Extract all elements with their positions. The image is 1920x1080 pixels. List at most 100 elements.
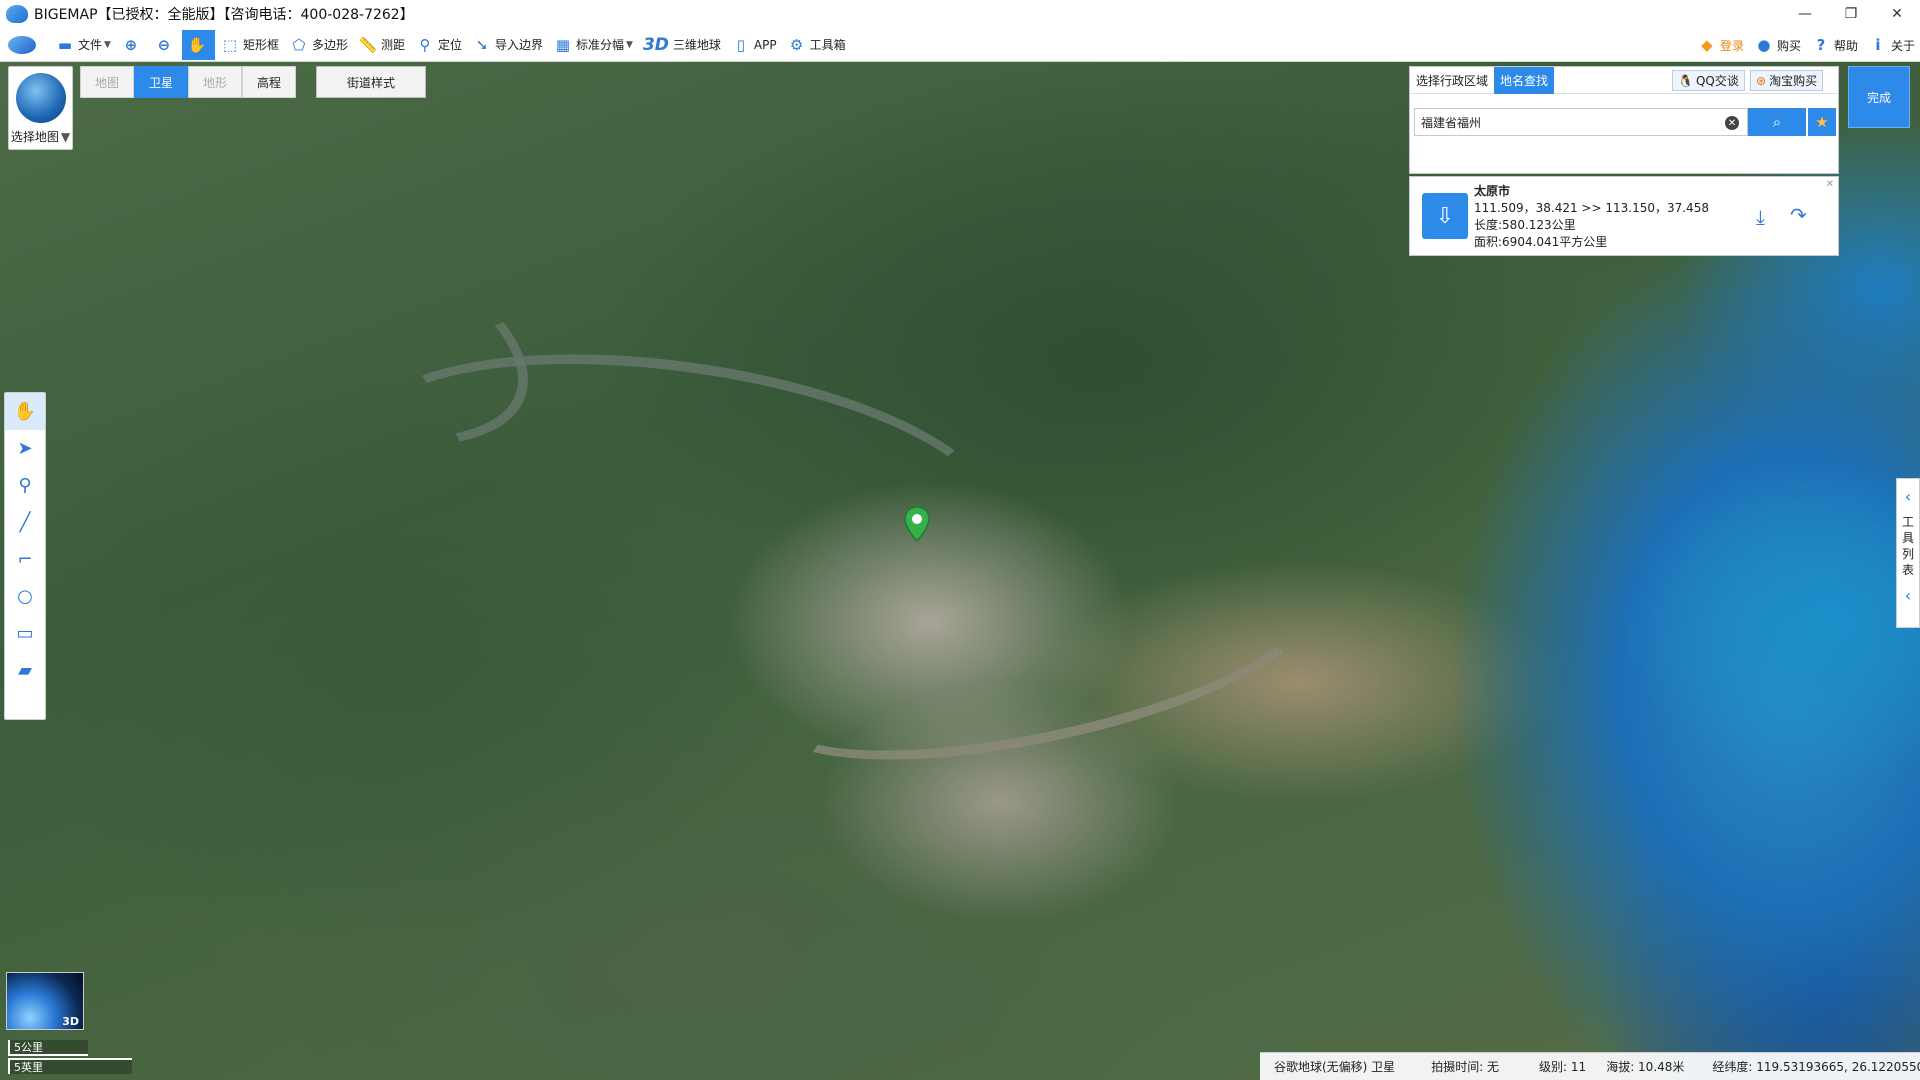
status-map-source: 谷歌地球(无偏移) 卫星 [1274, 1060, 1396, 1074]
title-bar: BIGEMAP【已授权：全能版】【咨询电话：400-028-7262】 — ❐ … [0, 0, 1920, 28]
bigemap-logo-icon [8, 35, 36, 54]
about-button[interactable]: ⅰ 关于 [1863, 30, 1920, 60]
map-chooser[interactable]: 选择地图 ▼ [8, 66, 73, 150]
pan-tool-button[interactable]: ✋ [181, 29, 215, 60]
app-button[interactable]: ▯ APP [726, 30, 782, 60]
zoom-in-button[interactable]: ⊕ [116, 30, 149, 60]
tool-list-label: 工具列表 [1902, 515, 1915, 577]
login-button[interactable]: ◆ 登录 [1692, 30, 1749, 60]
tab-place-search[interactable]: 地名查找 [1494, 66, 1555, 94]
globe-3d-button[interactable]: 3D 三维地球 [638, 30, 726, 60]
result-name: 太原市 [1474, 184, 1511, 198]
tab-select-region[interactable]: 选择行政区域 [1410, 67, 1494, 94]
street-style-button[interactable]: 街道样式 [316, 66, 426, 98]
close-button[interactable]: ✕ [1874, 0, 1920, 28]
zoom-in-icon: ⊕ [124, 35, 138, 54]
taobao-icon: ⊛ [1756, 73, 1767, 88]
result-area: 面积:6904.041平方公里 [1474, 235, 1608, 249]
phone-icon: ▯ [736, 35, 746, 54]
pan-hand-icon[interactable]: ✋ [5, 393, 45, 430]
ruler-tool-icon[interactable]: ▰ [5, 652, 45, 689]
standard-grid-menu[interactable]: ▦ 标准分幅 ▼ [548, 30, 638, 60]
polyline-icon[interactable]: ⌐ [5, 541, 45, 578]
chevron-left-icon: ‹ [1904, 487, 1912, 506]
close-result-icon[interactable]: ✕ [1826, 179, 1834, 190]
chevron-down-icon: ▼ [104, 39, 111, 50]
zoom-out-button[interactable]: ⊖ [149, 30, 182, 60]
buy-button[interactable]: ● 购买 [1749, 30, 1806, 60]
rect-select-label: 矩形框 [242, 38, 279, 52]
qq-chat-button[interactable]: 🐧 QQ交谈 [1672, 70, 1745, 91]
tab-map[interactable]: 地图 [80, 66, 134, 98]
location-pin-icon: ⚲ [419, 35, 431, 54]
file-menu-label: 文件 [78, 38, 103, 52]
polygon-icon: ⬠ [292, 35, 306, 54]
buy-badge-icon: ● [1757, 36, 1771, 54]
share-arrow-icon[interactable]: ↷ [1790, 203, 1807, 227]
rectangle-draw-icon[interactable]: ▭ [5, 615, 45, 652]
search-input-value: 福建省福州 [1421, 115, 1482, 130]
map-type-tabs: 地图 卫星 地形 高程 街道样式 [80, 66, 426, 98]
globe-icon [15, 73, 66, 123]
location-marker-icon[interactable] [904, 506, 930, 542]
tool-list-side-tab[interactable]: ‹ 工具列表 ‹ [1896, 478, 1920, 628]
minimize-button[interactable]: — [1782, 0, 1828, 28]
search-button[interactable]: ⌕ [1748, 108, 1806, 136]
place-search-input[interactable]: 福建省福州 ✕ [1414, 108, 1748, 136]
import-boundary-label: 导入边界 [495, 38, 544, 52]
standard-grid-label: 标准分幅 [576, 38, 625, 52]
chevron-down-icon: ▼ [626, 39, 633, 50]
window-title: BIGEMAP【已授权：全能版】【咨询电话：400-028-7262】 [34, 7, 414, 23]
taobao-buy-button[interactable]: ⊛ 淘宝购买 [1750, 70, 1824, 91]
qq-chat-label: QQ交谈 [1695, 74, 1739, 88]
locate-button[interactable]: ⚲ 定位 [410, 30, 467, 60]
search-result-card[interactable]: ⇩ 太原市 111.509，38.421 >> 113.150，37.458 长… [1409, 176, 1839, 256]
locate-label: 定位 [437, 38, 462, 52]
tab-terrain[interactable]: 地形 [188, 66, 242, 98]
search-icon: ⌕ [1772, 113, 1782, 131]
import-boundary-button[interactable]: ➘ 导入边界 [467, 30, 548, 60]
file-menu[interactable]: ▬ 文件 ▼ [50, 30, 116, 60]
pointer-arrow-icon[interactable]: ➤ [5, 430, 45, 467]
status-capture-time: 拍摄时间: 无 [1431, 1060, 1500, 1074]
measure-button[interactable]: 📏 测距 [353, 30, 410, 60]
status-zoom-level: 级别: 11 [1539, 1060, 1587, 1074]
help-button[interactable]: ? 帮助 [1806, 30, 1863, 60]
login-label: 登录 [1719, 38, 1744, 53]
done-button[interactable]: 完成 [1848, 66, 1910, 128]
favorite-button[interactable]: ★ [1808, 108, 1836, 136]
download-icon[interactable]: ⤓ [1756, 205, 1765, 229]
app-logo-icon [6, 5, 28, 23]
toolbox-button[interactable]: ⚙ 工具箱 [782, 30, 851, 60]
result-length: 长度:580.123公里 [1474, 218, 1576, 232]
folder-icon: ▬ [57, 35, 73, 54]
tab-satellite[interactable]: 卫星 [134, 66, 188, 98]
place-search-panel: 选择行政区域 地名查找 🐧 QQ交谈 ⊛ 淘宝购买 福建省福州 ✕ ⌕ ★ [1409, 66, 1839, 174]
question-icon: ? [1816, 36, 1826, 54]
about-label: 关于 [1890, 38, 1915, 53]
line-draw-icon[interactable]: ╱ [5, 504, 45, 541]
menu-logo-button[interactable] [4, 30, 40, 60]
help-label: 帮助 [1833, 38, 1858, 53]
hand-icon: ✋ [187, 35, 207, 54]
circle-draw-icon[interactable]: ○ [5, 578, 45, 615]
star-icon: ★ [1815, 113, 1829, 131]
ruler-icon: 📏 [358, 35, 378, 54]
tab-elevation[interactable]: 高程 [242, 66, 296, 98]
3d-globe-thumbnail[interactable]: 3D [6, 972, 84, 1030]
main-toolbar: ▬ 文件 ▼ ⊕ ⊖ ✋ ⬚ 矩形框 ⬠ 多边形 📏 测距 ⚲ 定位 ➘ 导入边界… [0, 28, 1920, 62]
3d-thumbnail-label: 3D [62, 1015, 79, 1028]
scale-mi: 5英里 [8, 1058, 132, 1074]
drawing-tool-palette: ✋ ➤ ⚲ ╱ ⌐ ○ ▭ ▰ [4, 392, 46, 720]
gear-icon: ⚙ [789, 35, 804, 54]
clear-search-icon[interactable]: ✕ [1725, 116, 1739, 130]
restore-button[interactable]: ❐ [1828, 0, 1874, 28]
download-region-icon: ⇩ [1422, 193, 1468, 239]
rect-select-button[interactable]: ⬚ 矩形框 [215, 30, 284, 60]
polygon-button[interactable]: ⬠ 多边形 [284, 30, 353, 60]
app-label: APP [753, 37, 777, 52]
status-bar: 谷歌地球(无偏移) 卫星 拍摄时间: 无 级别: 11 海拔: 10.48米 经… [1260, 1052, 1920, 1080]
marker-pin-icon[interactable]: ⚲ [5, 467, 45, 504]
chevron-left-icon: ‹ [1904, 586, 1912, 605]
status-coordinates: 经纬度: 119.53193665, 26.12205505 [1712, 1060, 1920, 1074]
